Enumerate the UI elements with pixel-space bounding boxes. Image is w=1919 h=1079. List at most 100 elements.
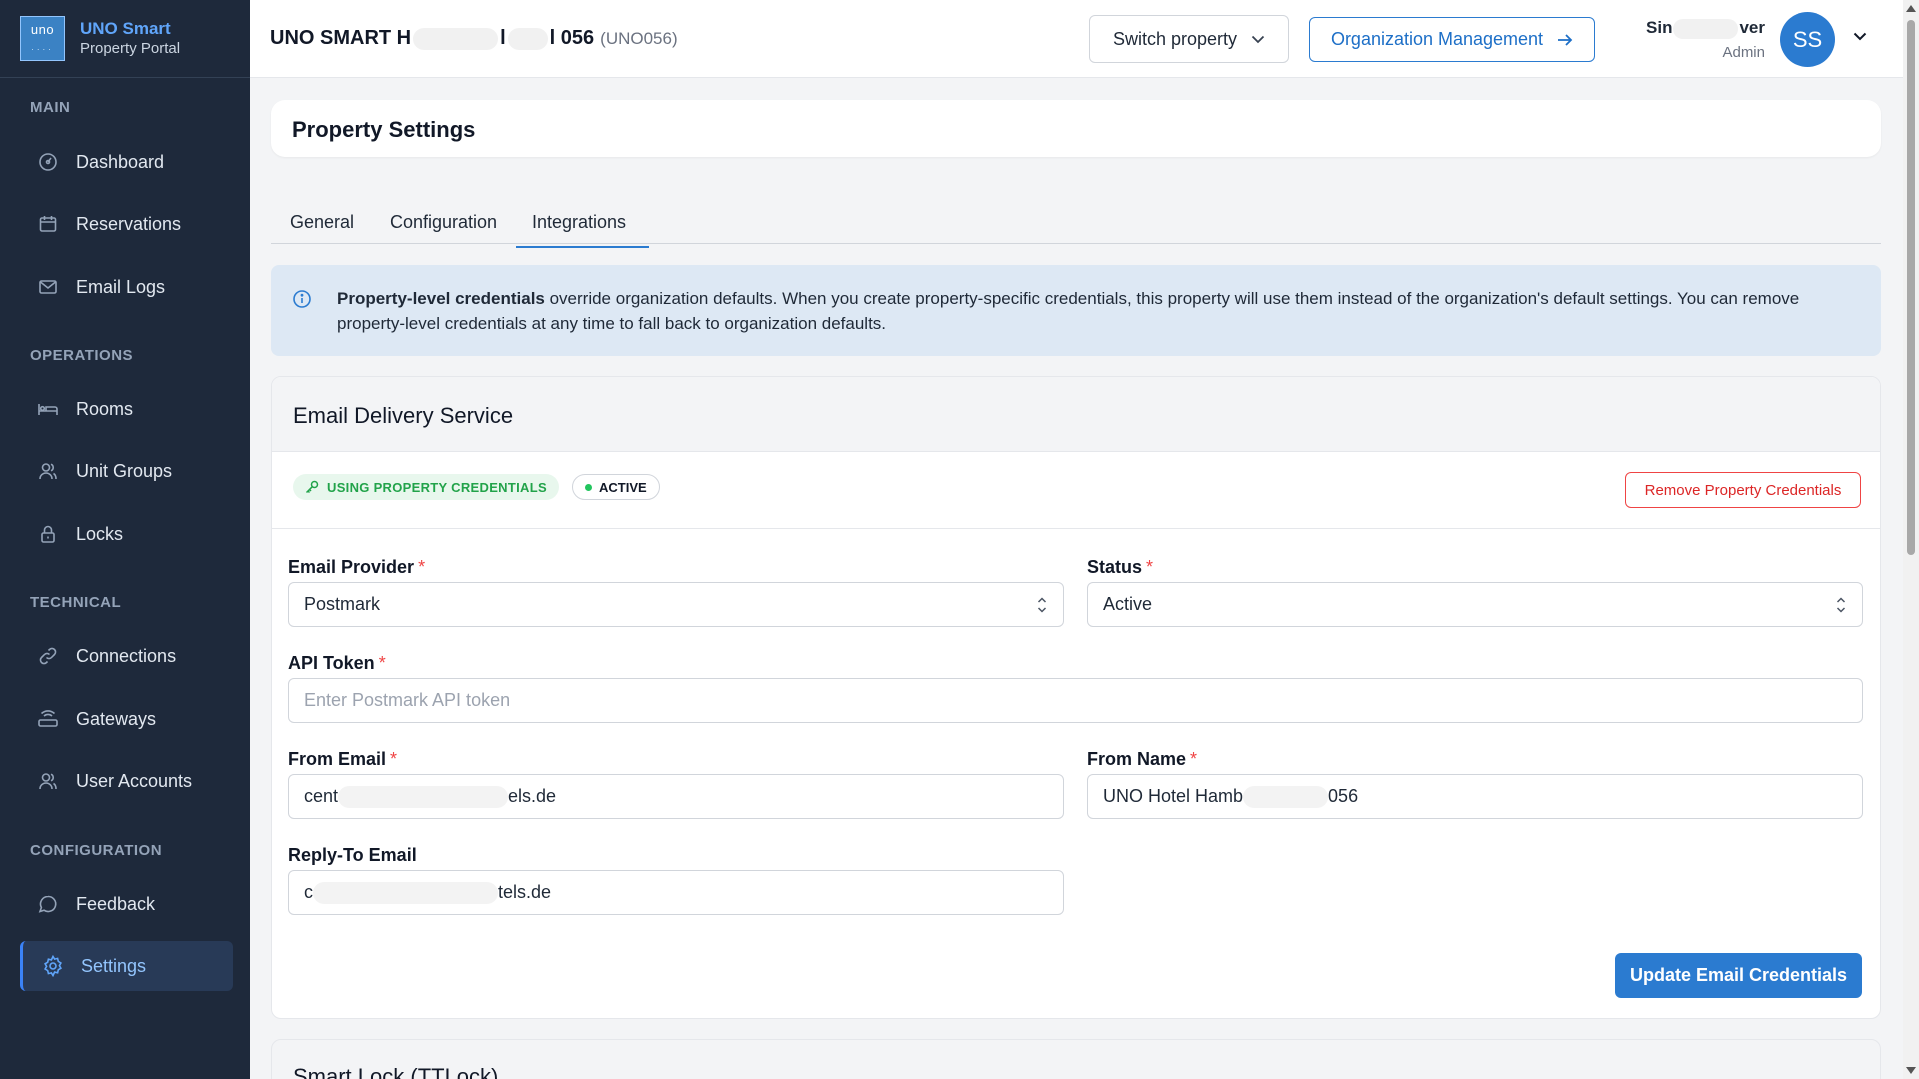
status-dot-icon — [585, 483, 592, 491]
nav-section-operations: OPERATIONS — [30, 347, 134, 364]
update-email-credentials-button[interactable]: Update Email Credentials — [1615, 953, 1862, 998]
status-label-text: Status — [1087, 557, 1143, 577]
sidebar-item-label: Dashboard — [76, 151, 165, 172]
info-body: override organization defaults. When you… — [337, 289, 1800, 333]
organization-management-button[interactable]: Organization Management — [1309, 17, 1595, 62]
email-service-card: Email Delivery Service USING PROPERTY CR… — [271, 376, 1881, 1019]
top-header: UNO SMART H l l 056 (UNO056) Switch propert… — [250, 0, 1903, 78]
select-arrows-icon — [1836, 596, 1846, 619]
page-scrollbar[interactable] — [1903, 0, 1919, 1079]
info-icon — [292, 289, 312, 314]
redacted-text — [338, 785, 509, 808]
from-email-label: From Email * — [288, 749, 397, 770]
sidebar-item-label: Feedback — [76, 893, 156, 914]
reply-to-label: Reply-To Email — [288, 845, 417, 865]
from-email-label-text: From Email — [288, 749, 387, 769]
from-name-value-start: UNO Hotel Hamb — [1103, 786, 1244, 806]
logo-text: uno — [30, 22, 55, 37]
from-name-label: From Name * — [1087, 749, 1197, 770]
required-mark: * — [1146, 557, 1154, 577]
page-title-card: Property Settings — [271, 100, 1881, 157]
status-badge: ACTIVE — [572, 474, 660, 500]
user-name: Sin ver — [1625, 18, 1765, 39]
property-code: (UNO056) — [600, 29, 678, 48]
sidebar-item-label: Locks — [76, 523, 124, 544]
scroll-up-arrow[interactable] — [1906, 5, 1916, 12]
reply-to-value-end: tels.de — [498, 882, 552, 902]
user-menu-chevron-icon[interactable] — [1853, 28, 1867, 46]
api-token-label: API Token * — [288, 653, 386, 674]
property-title: UNO SMART H l l 056 (UNO056) — [270, 27, 678, 50]
status-select[interactable]: Active — [1087, 582, 1863, 627]
bed-icon — [37, 398, 59, 420]
user-role: Admin — [1722, 44, 1765, 61]
property-title-end: l 056 — [549, 27, 595, 49]
users-icon — [37, 770, 59, 792]
required-mark: * — [390, 749, 398, 769]
sidebar-item-dashboard[interactable]: Dashboard — [20, 137, 233, 187]
brand-title: UNO Smart — [80, 18, 171, 38]
brand[interactable]: uno ···· UNO Smart Property Portal — [0, 0, 250, 78]
nav-section-technical: TECHNICAL — [30, 594, 122, 611]
email-provider-select[interactable]: Postmark — [288, 582, 1064, 627]
from-email-input[interactable]: cent els.de — [288, 774, 1064, 819]
scroll-down-arrow[interactable] — [1906, 1067, 1916, 1074]
sidebar-item-locks[interactable]: Locks — [20, 509, 233, 559]
user-name-start: Sin — [1646, 18, 1673, 37]
scroll-thumb[interactable] — [1907, 20, 1915, 555]
tab-general[interactable]: General — [290, 212, 354, 233]
tab-integrations[interactable]: Integrations — [516, 212, 649, 248]
sidebar-item-label: Settings — [81, 955, 147, 976]
required-mark: * — [418, 557, 426, 577]
from-name-label-text: From Name — [1087, 749, 1187, 769]
switch-property-button[interactable]: Switch property — [1089, 15, 1289, 63]
sidebar-item-unit-groups[interactable]: Unit Groups — [20, 446, 233, 496]
sidebar-item-rooms[interactable]: Rooms — [20, 384, 233, 434]
email-provider-label: Email Provider * — [288, 557, 425, 578]
avatar[interactable]: SS — [1780, 12, 1835, 67]
gear-icon — [42, 955, 64, 977]
from-name-value-end: 056 — [1328, 786, 1359, 806]
user-name-end: ver — [1739, 18, 1765, 37]
reply-to-input[interactable]: c tels.de — [288, 870, 1064, 915]
redacted-text — [1243, 785, 1329, 808]
link-icon — [37, 645, 59, 667]
sidebar-item-reservations[interactable]: Reservations — [20, 199, 233, 249]
switch-property-label: Switch property — [1112, 28, 1238, 49]
redacted-text — [507, 27, 548, 50]
dashboard-icon — [37, 151, 59, 173]
from-name-input[interactable]: UNO Hotel Hamb 056 — [1087, 774, 1863, 819]
smart-lock-card: Smart Lock (TTLock) — [271, 1039, 1881, 1079]
api-token-input[interactable]: Enter Postmark API token — [288, 678, 1863, 723]
sidebar-item-user-accounts[interactable]: User Accounts — [20, 756, 233, 806]
sidebar: uno ···· UNO Smart Property Portal MAIN … — [0, 0, 250, 1079]
remove-credentials-button[interactable]: Remove Property Credentials — [1625, 472, 1861, 508]
settings-tabs: General Configuration Integrations — [271, 200, 1881, 248]
sidebar-item-label: Unit Groups — [76, 460, 173, 481]
organization-management-label: Organization Management — [1330, 29, 1544, 49]
users-icon — [37, 460, 59, 482]
status-label: Status * — [1087, 557, 1153, 578]
mail-icon — [37, 276, 59, 298]
api-token-placeholder: Enter Postmark API token — [304, 690, 511, 710]
credentials-badge: USING PROPERTY CREDENTIALS — [293, 474, 559, 500]
info-banner: Property-level credentials override orga… — [271, 265, 1881, 356]
select-arrows-icon — [1037, 596, 1047, 619]
sidebar-item-feedback[interactable]: Feedback — [20, 879, 233, 929]
status-badge-label: ACTIVE — [599, 479, 647, 495]
sidebar-item-settings[interactable]: Settings — [20, 941, 233, 991]
required-mark: * — [378, 653, 386, 673]
logo-dots: ···· — [31, 45, 54, 54]
credential-status-row: USING PROPERTY CREDENTIALS ACTIVE Remove… — [272, 452, 1880, 529]
sidebar-item-connections[interactable]: Connections — [20, 631, 233, 681]
sidebar-item-email-logs[interactable]: Email Logs — [20, 262, 233, 312]
from-email-value-start: cent — [304, 786, 339, 806]
api-token-label-text: API Token — [288, 653, 375, 673]
info-text: Property-level credentials override orga… — [337, 286, 1857, 336]
tab-configuration[interactable]: Configuration — [390, 212, 497, 233]
key-icon — [305, 480, 319, 494]
sidebar-item-label: Rooms — [76, 398, 134, 419]
sidebar-item-gateways[interactable]: Gateways — [20, 694, 233, 744]
property-title-start: UNO SMART H — [270, 27, 412, 49]
calendar-icon — [37, 213, 59, 235]
